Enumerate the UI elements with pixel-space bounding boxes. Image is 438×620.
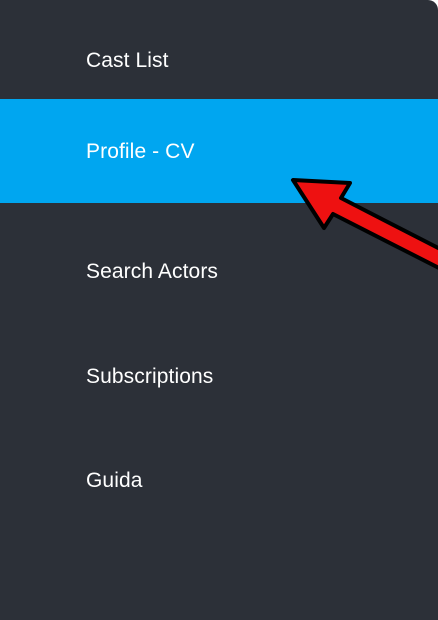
nav-list: Cast List Profile - CV Search Actors Sub… (0, 0, 438, 620)
screenshot-frame: Cast List Profile - CV Search Actors Sub… (0, 0, 438, 620)
sidebar-item-label: Guida (86, 468, 143, 492)
sidebar-nav: Cast List Profile - CV Search Actors Sub… (0, 0, 438, 620)
sidebar-item-search-actors[interactable]: Search Actors (0, 219, 438, 323)
sidebar-item-label: Profile - CV (86, 139, 195, 163)
sidebar-item-profile-cv[interactable]: Profile - CV (0, 99, 438, 203)
sidebar-item-cast-list[interactable]: Cast List (0, 8, 438, 112)
sidebar-item-label: Cast List (86, 48, 169, 72)
sidebar-item-label: Subscriptions (86, 364, 214, 388)
sidebar-item-label: Search Actors (86, 259, 219, 283)
sidebar-item-subscriptions[interactable]: Subscriptions (0, 324, 438, 428)
sidebar-item-guida[interactable]: Guida (0, 428, 438, 532)
